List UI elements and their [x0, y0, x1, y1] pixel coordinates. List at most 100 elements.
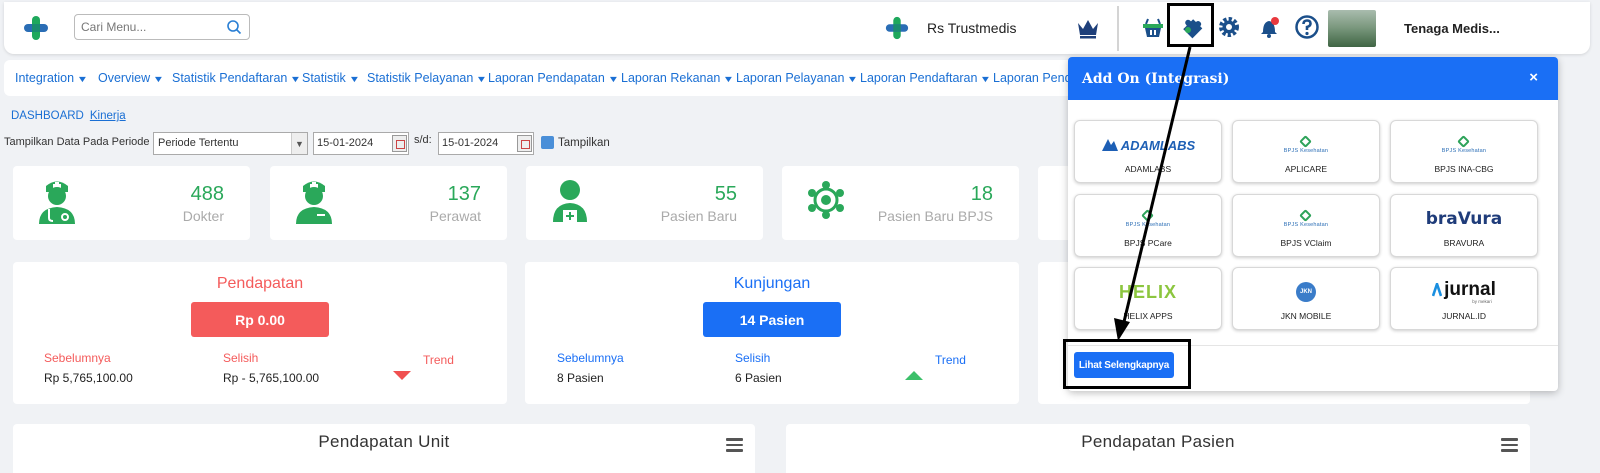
kunjungan-prev-value: 8 Pasien [557, 371, 604, 385]
addon-tile-bpjs-vclaim[interactable]: BPJS Kesehatan BPJS VClaim [1232, 194, 1380, 257]
users-icon [541, 136, 554, 149]
chevron-down-icon: ▼ [475, 74, 488, 84]
nav-statistik-pendaftaran[interactable]: Statistik Pendaftaran ▼ [172, 71, 302, 85]
kunjungan-card: Kunjungan 14 Pasien Sebelumnya 8 Pasien … [525, 262, 1019, 404]
bpjs-logo: BPJS Kesehatan [1391, 131, 1537, 159]
date-from-input[interactable]: 15-01-2024 [313, 132, 409, 155]
stat-value: 137 [447, 183, 481, 205]
highlight-box-addon [1167, 3, 1214, 47]
helix-logo-text: HELIX [1118, 281, 1177, 302]
user-name[interactable]: Tenaga Medis... [1404, 21, 1500, 36]
nurse-icon [296, 181, 332, 224]
kunjungan-diff-value: 6 Pasien [735, 371, 782, 385]
bravura-logo: braVura [1391, 205, 1537, 233]
popup-title: Add On (Integrasi) [1082, 70, 1230, 87]
hamburger-menu-icon[interactable] [726, 438, 743, 452]
notification-bell-icon[interactable] [1254, 12, 1284, 42]
jurnal-logo-sub: by mekari [1472, 298, 1492, 304]
kunjungan-diff-label: Selisih [735, 351, 771, 365]
nav-statistik[interactable]: Statistik ▼ [302, 71, 361, 85]
pendapatan-prev-label: Sebelumnya [44, 351, 111, 365]
shop-basket-icon[interactable] [1138, 12, 1168, 42]
nav-label: Statistik Pendaftaran [172, 71, 288, 85]
breadcrumb-current[interactable]: Kinerja [90, 110, 126, 122]
bpjs-logo-text: BPJS Kesehatan [1125, 221, 1171, 228]
addon-tile-adamlabs[interactable]: ADAMLABS ADAMLABS [1074, 120, 1222, 183]
close-icon[interactable]: × [1529, 69, 1538, 86]
chevron-down-icon: ▼ [348, 74, 361, 84]
bpjs-logo-text: BPJS Kesehatan [1441, 147, 1487, 154]
nav-laporan-pendaftaran[interactable]: Laporan Pendaftaran ▼ [860, 71, 992, 85]
kunjungan-title: Kunjungan [733, 275, 811, 292]
jkn-logo: JKN [1233, 278, 1379, 306]
period-select[interactable]: Periode Tertentu ▼ [153, 132, 308, 155]
calendar-icon[interactable] [392, 135, 407, 152]
nav-label: Laporan Rekanan [621, 71, 721, 85]
chevron-down-icon: ▼ [980, 74, 992, 84]
calendar-icon[interactable] [517, 135, 532, 152]
crown-icon[interactable] [1076, 17, 1100, 39]
bravura-logo-text: braVura [1425, 209, 1503, 229]
hospital-logo [885, 16, 909, 40]
pendapatan-unit-card: Pendapatan Unit [13, 424, 755, 473]
addon-tile-bpjs-pcare[interactable]: BPJS Kesehatan BPJS PCare [1074, 194, 1222, 257]
date-to-input[interactable]: 15-01-2024 [438, 132, 534, 155]
highlight-box-lihat [1063, 339, 1191, 389]
trend-down-icon [393, 371, 411, 380]
pendapatan-card: Pendapatan Rp 0.00 Sebelumnya Rp 5,765,1… [13, 262, 507, 404]
bpjs-patient-icon [808, 181, 844, 219]
pendapatan-total: Rp 0.00 [191, 302, 329, 337]
chevron-down-icon: ▼ [847, 74, 859, 84]
addon-tile-label: JURNAL.ID [1442, 311, 1486, 321]
jurnal-logo-text: jurnal [1444, 278, 1496, 300]
hospital-name: Rs Trustmedis [927, 20, 1017, 36]
addon-tile-helix-apps[interactable]: HELIX HELIX APPS [1074, 267, 1222, 330]
user-avatar[interactable] [1328, 10, 1376, 47]
stat-card-pasien-baru-bpjs: 18 Pasien Baru BPJS [782, 166, 1019, 240]
app-logo[interactable] [22, 14, 50, 42]
popup-header: Add On (Integrasi) × [1068, 57, 1558, 100]
settings-gear-icon[interactable] [1214, 12, 1244, 42]
hamburger-menu-icon[interactable] [1501, 438, 1518, 452]
pendapatan-pasien-card: Pendapatan Pasien [786, 424, 1530, 473]
nav-statistik-pelayanan[interactable]: Statistik Pelayanan ▼ [367, 71, 488, 85]
doctor-icon [39, 181, 75, 224]
stat-card-pasien-baru: 55 Pasien Baru [526, 166, 763, 240]
search-input[interactable] [74, 14, 250, 40]
chevron-down-icon: ▼ [290, 74, 302, 84]
stat-value: 488 [190, 183, 224, 205]
chevron-down-icon: ▼ [152, 74, 165, 84]
breadcrumb-root[interactable]: DASHBOARD [11, 110, 84, 122]
nav-integration[interactable]: Integration ▼ [15, 71, 88, 85]
nav-laporan-rekanan[interactable]: Laporan Rekanan ▼ [621, 71, 735, 85]
nav-laporan-pelayanan[interactable]: Laporan Pelayanan ▼ [736, 71, 859, 85]
addon-tile-bpjs-ina-cbg[interactable]: BPJS Kesehatan BPJS INA-CBG [1390, 120, 1538, 183]
addon-tile-jurnal-id[interactable]: jurnal by mekari JURNAL.ID [1390, 267, 1538, 330]
toolbar-divider [1117, 6, 1119, 51]
nav-overview[interactable]: Overview ▼ [98, 71, 165, 85]
trend-up-icon [905, 371, 923, 380]
bpjs-logo: BPJS Kesehatan [1233, 131, 1379, 159]
help-icon[interactable] [1292, 12, 1322, 42]
stat-label: Perawat [429, 208, 481, 224]
pendapatan-pasien-title: Pendapatan Pasien [1081, 432, 1235, 451]
jurnal-logo: jurnal by mekari [1391, 278, 1537, 306]
stat-label: Pasien Baru BPJS [877, 208, 993, 224]
addon-tile-aplicare[interactable]: BPJS Kesehatan APLICARE [1232, 120, 1380, 183]
nav-label: Laporan Pendapatan [488, 71, 605, 85]
addon-tile-jkn-mobile[interactable]: JKN JKN MOBILE [1232, 267, 1380, 330]
chevron-down-icon: ▼ [723, 74, 735, 84]
date-to-value: 15-01-2024 [442, 137, 499, 149]
period-select-value: Periode Tertentu [158, 137, 239, 149]
nav-laporan-penda[interactable]: Laporan Penda [993, 71, 1079, 85]
addon-tile-bravura[interactable]: braVura BRAVURA [1390, 194, 1538, 257]
pendapatan-diff-value: Rp - 5,765,100.00 [223, 371, 320, 385]
addon-tile-label: BPJS INA-CBG [1434, 164, 1494, 174]
nav-label: Laporan Pendaftaran [860, 71, 978, 85]
tampilkan-button[interactable]: Tampilkan [541, 136, 610, 149]
search-icon[interactable] [226, 19, 242, 35]
top-bar: Rs Trustmedis [4, 2, 1590, 54]
nav-laporan-pendapatan[interactable]: Laporan Pendapatan ▼ [488, 71, 620, 85]
chevron-down-icon: ▼ [607, 74, 620, 84]
addon-tile-label: BPJS PCare [1124, 238, 1172, 248]
